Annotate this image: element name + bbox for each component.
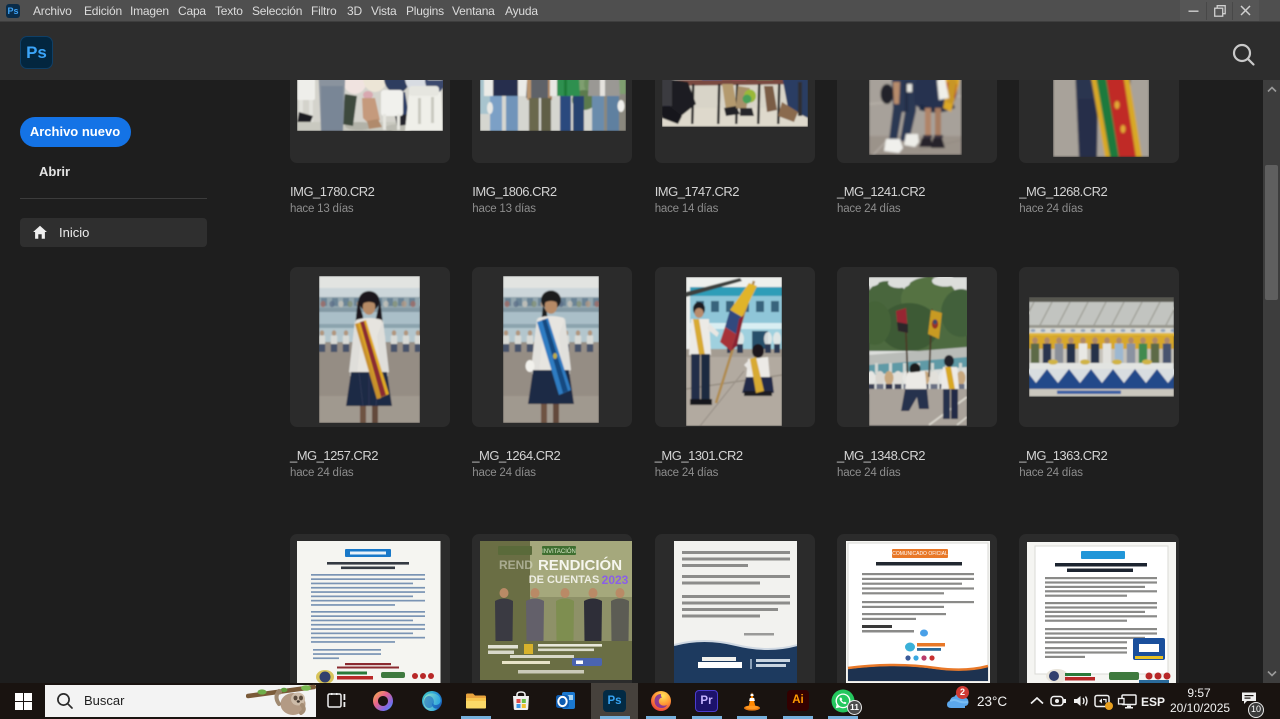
svg-text:RENDICIÓN: RENDICIÓN bbox=[537, 556, 621, 574]
svg-text:INVITACIÓN: INVITACIÓN bbox=[542, 548, 576, 555]
svg-text:DE CUENTAS: DE CUENTAS bbox=[528, 574, 599, 586]
svg-text:2023: 2023 bbox=[601, 573, 628, 587]
svg-text:REND: REND bbox=[499, 558, 533, 572]
svg-text:COMUNICADO OFICIAL: COMUNICADO OFICIAL bbox=[893, 551, 949, 557]
